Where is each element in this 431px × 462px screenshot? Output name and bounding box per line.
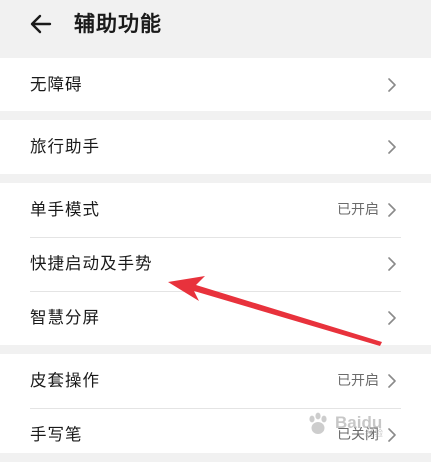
menu-item-label: 无障碍	[30, 75, 83, 94]
menu-item-label: 快捷启动及手势	[30, 254, 153, 273]
chevron-right-icon	[388, 257, 396, 271]
chevron-right-icon	[388, 140, 396, 154]
menu-item-label: 智慧分屏	[30, 308, 100, 327]
watermark: Baidu 经验	[305, 409, 423, 439]
chevron-right-icon	[388, 203, 396, 217]
paw-icon	[309, 412, 327, 434]
title-bar: 辅助功能	[0, 0, 431, 52]
menu-item-smart-split-screen[interactable]: 智慧分屏	[0, 291, 431, 345]
page-title: 辅助功能	[74, 12, 162, 36]
menu-item-value: 已开启	[337, 373, 379, 389]
section-accessibility: 无障碍	[0, 58, 431, 111]
menu-item-travel-assistant[interactable]: 旅行助手	[0, 120, 431, 174]
chevron-right-icon	[388, 311, 396, 325]
chevron-right-icon	[388, 374, 396, 388]
section-travel: 旅行助手	[0, 120, 431, 174]
menu-item-accessibility[interactable]: 无障碍	[0, 58, 431, 112]
watermark-subtext: 经验	[365, 429, 384, 439]
menu-item-value: 已开启	[337, 202, 379, 218]
menu-item-cover-operation[interactable]: 皮套操作 已开启	[0, 354, 431, 408]
menu-item-label: 手写笔	[30, 425, 83, 444]
menu-item-label: 旅行助手	[30, 137, 100, 156]
menu-item-shortcuts-gestures[interactable]: 快捷启动及手势	[0, 237, 431, 291]
menu-item-label: 皮套操作	[30, 371, 100, 390]
menu-item-one-hand-mode[interactable]: 单手模式 已开启	[0, 183, 431, 237]
section-gestures: 单手模式 已开启 快捷启动及手势 智慧分屏	[0, 183, 431, 345]
chevron-right-icon	[388, 78, 396, 92]
back-arrow-icon[interactable]	[26, 8, 58, 40]
menu-item-label: 单手模式	[30, 200, 100, 219]
